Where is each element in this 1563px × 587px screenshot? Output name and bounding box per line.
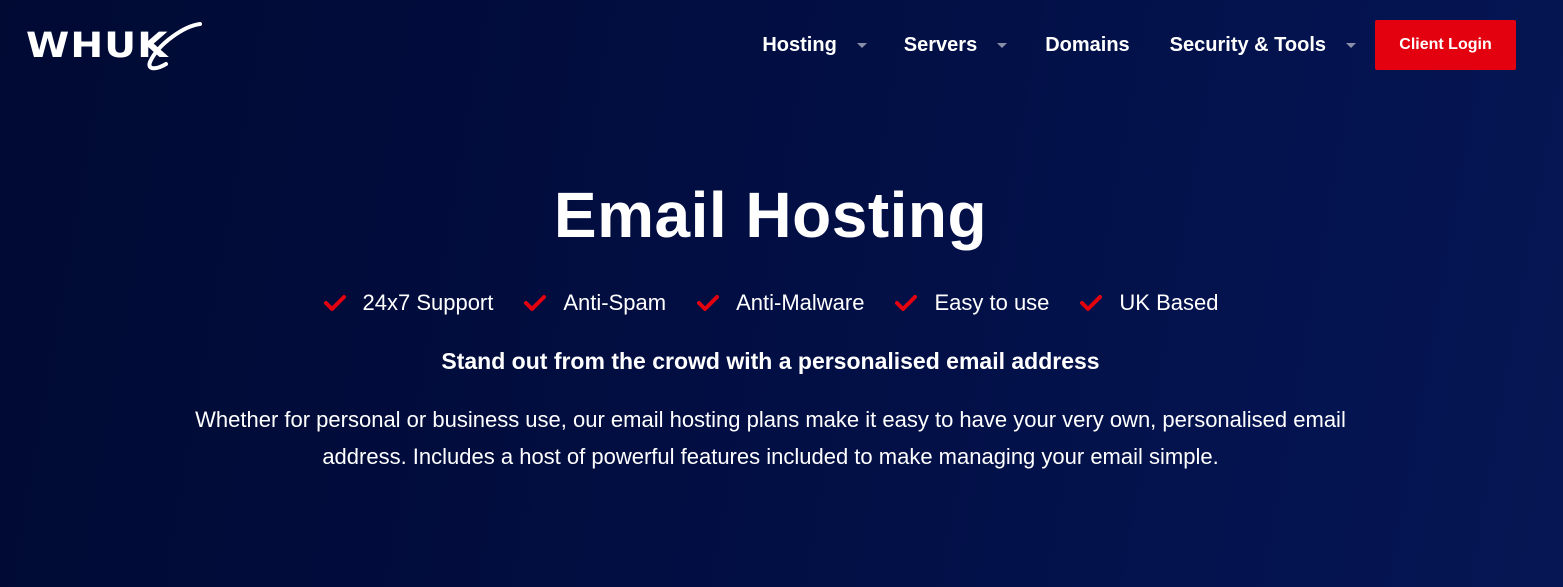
caret-down-icon <box>1346 42 1356 48</box>
checkmark-icon <box>697 295 720 311</box>
client-login-button[interactable]: Client Login <box>1375 20 1516 70</box>
checkmark-icon <box>323 295 346 311</box>
checkmark-icon <box>895 295 918 311</box>
hero-subtitle: Stand out from the crowd with a personal… <box>441 348 1100 374</box>
feature-item: Easy to use <box>894 287 1049 319</box>
whuk-logo[interactable]: WHUK <box>26 20 202 72</box>
feature-label: Easy to use <box>934 290 1050 315</box>
feature-item: Anti-Spam <box>523 287 666 319</box>
nav-item-label: Domains <box>1045 33 1130 56</box>
feature-label: Anti-Malware <box>736 290 865 315</box>
checkmark-icon <box>524 295 547 311</box>
nav-item-label: Hosting <box>762 33 837 56</box>
feature-label: Anti-Spam <box>563 290 667 315</box>
nav-item-label: Security & Tools <box>1169 33 1326 56</box>
feature-label: 24x7 Support <box>362 290 494 315</box>
site-header: WHUK Hosting Servers Domains Security & … <box>0 0 1563 90</box>
page-title: Email Hosting <box>553 179 988 251</box>
feature-label: UK Based <box>1119 290 1219 315</box>
feature-item: Anti-Malware <box>696 287 864 319</box>
checkmark-icon <box>1080 295 1103 311</box>
hero-description: Whether for personal or business use, ou… <box>195 407 1346 469</box>
nav-item-servers[interactable]: Servers <box>903 33 1008 57</box>
feature-item: 24x7 Support <box>323 287 494 319</box>
nav-item-label: Servers <box>903 33 978 56</box>
nav-item-security-tools[interactable]: Security & Tools <box>1170 34 1356 57</box>
caret-down-icon <box>856 42 867 48</box>
main-nav: Hosting Servers Domains Security & Tools… <box>762 20 1516 70</box>
logo-swoosh-icon <box>147 22 202 71</box>
caret-down-icon <box>997 42 1008 48</box>
feature-list: 24x7 Support Anti-Spam Anti-Malware Easy… <box>0 287 1541 319</box>
nav-item-domains[interactable]: Domains <box>1045 34 1129 57</box>
nav-item-hosting[interactable]: Hosting <box>762 33 867 57</box>
feature-item: UK Based <box>1079 287 1218 319</box>
